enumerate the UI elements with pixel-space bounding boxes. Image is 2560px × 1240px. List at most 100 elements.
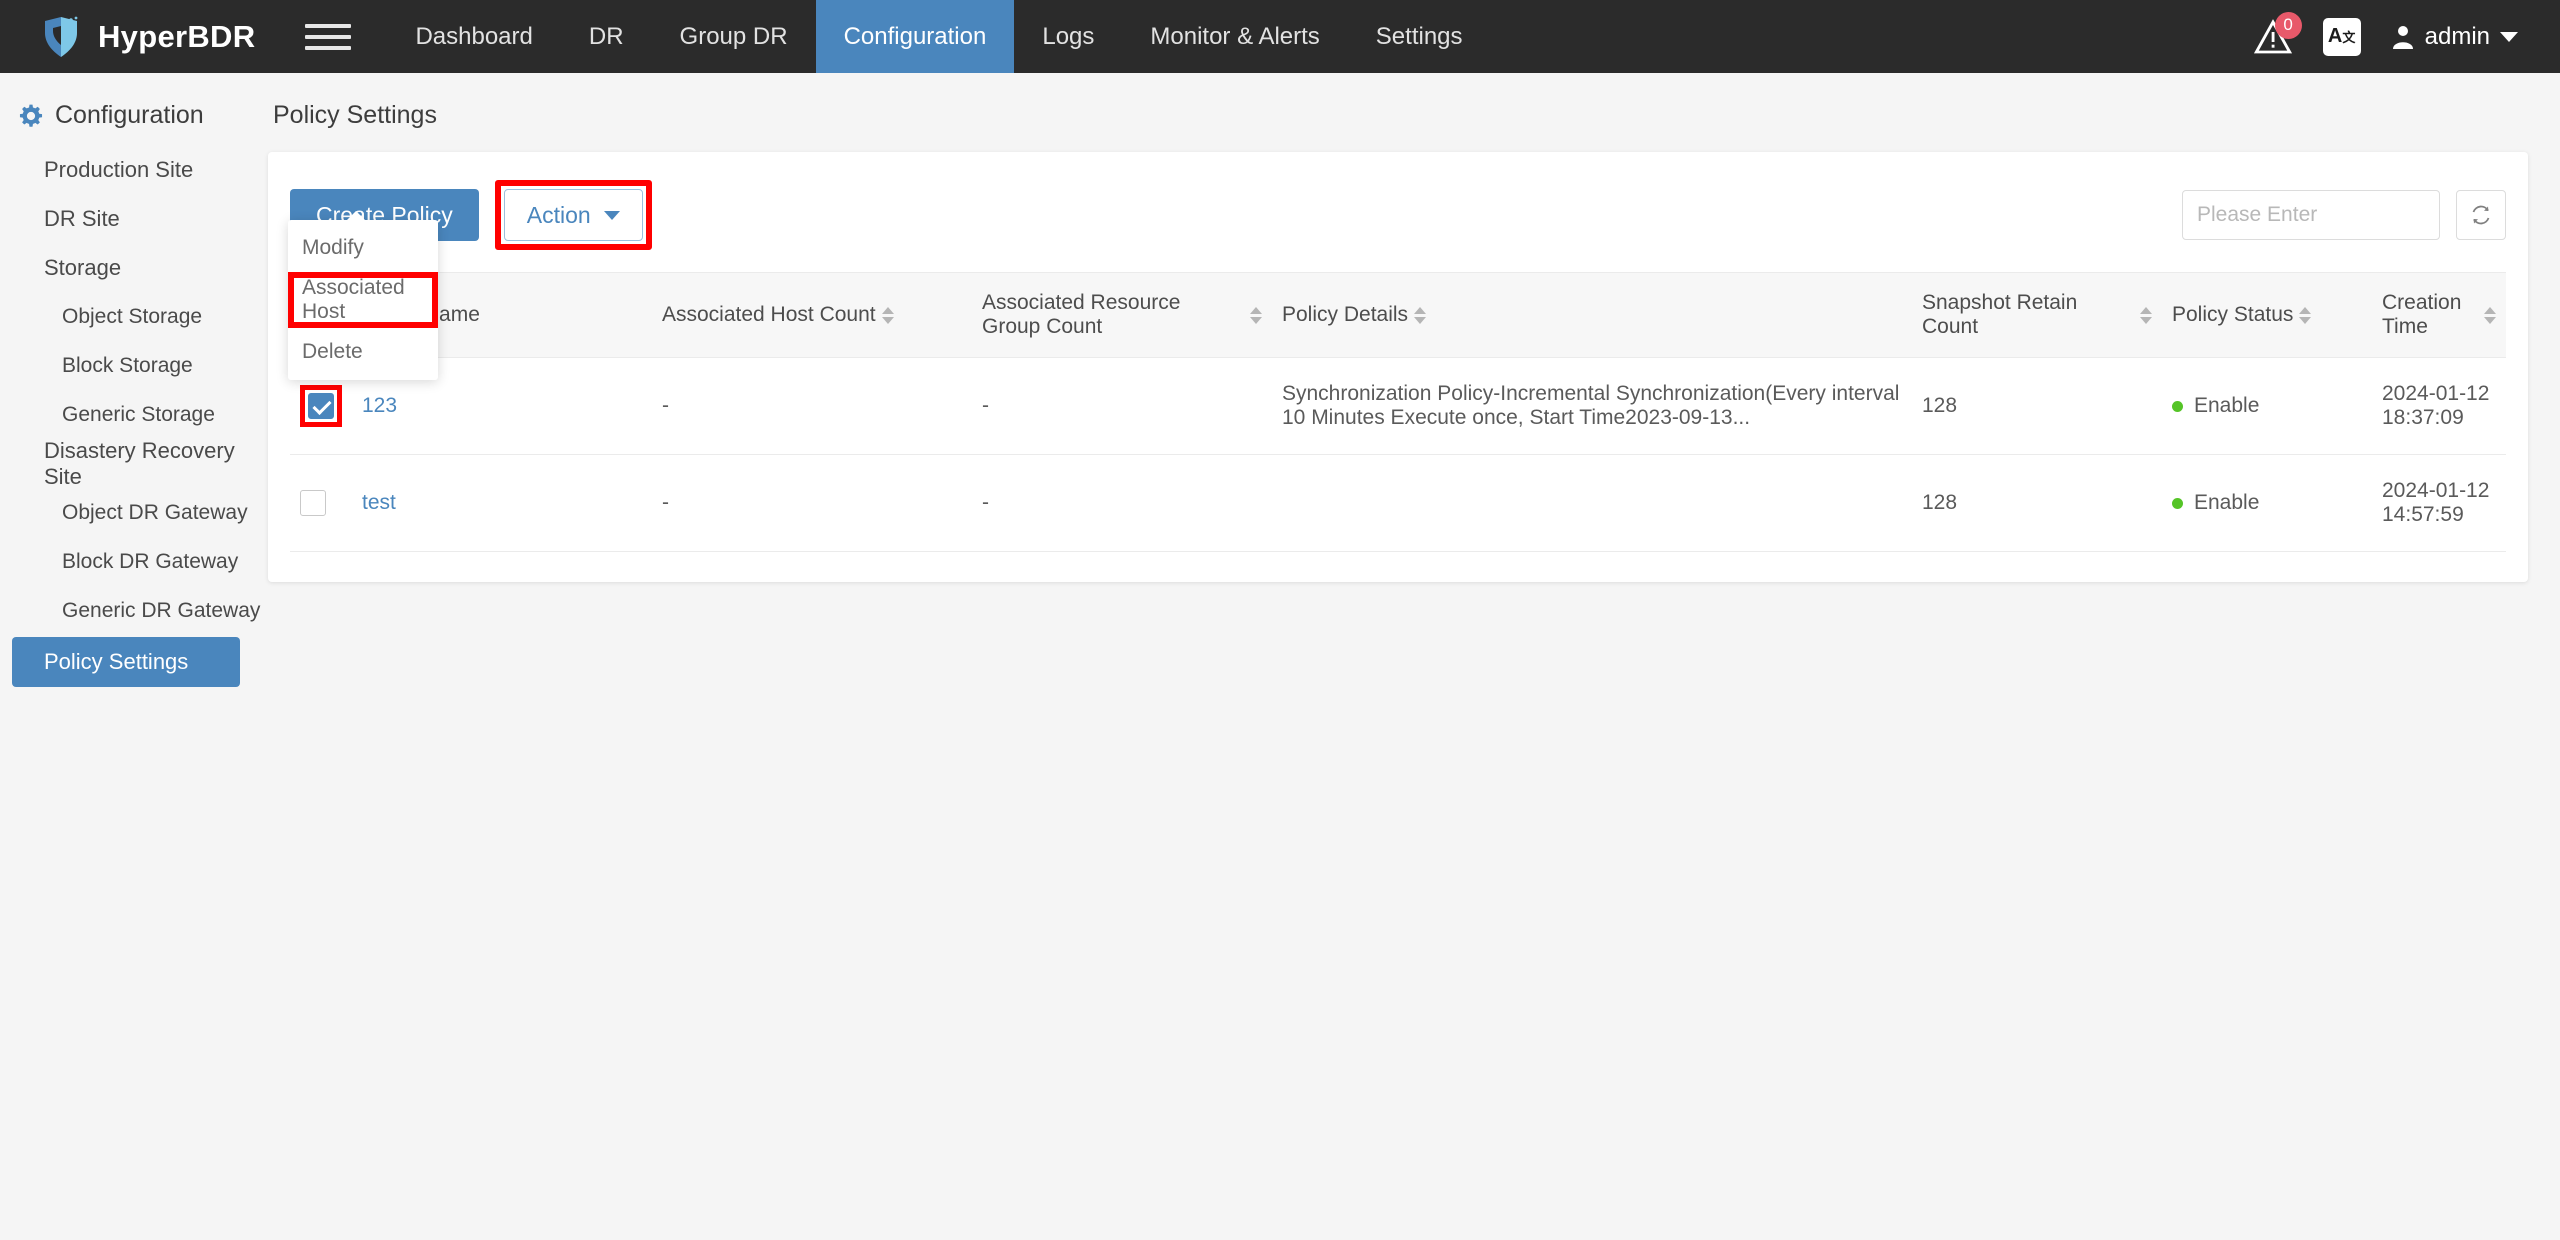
status-dot-icon <box>2172 497 2183 509</box>
nav-item-logs[interactable]: Logs <box>1014 0 1122 73</box>
cell-associated-resource-group-count: - <box>972 357 1272 455</box>
sidebar-item-generic-dr-gateway[interactable]: Generic DR Gateway <box>0 588 268 634</box>
column-snapshot-retain-count[interactable]: Snapshot Retain Count <box>1912 272 2162 358</box>
alerts-button[interactable]: 0 <box>2253 11 2302 57</box>
sidebar-item-object-storage[interactable]: Object Storage <box>0 294 268 340</box>
nav-item-dashboard[interactable]: Dashboard <box>387 0 560 73</box>
refresh-button[interactable] <box>2456 190 2506 240</box>
hamburger-icon[interactable] <box>305 17 352 57</box>
cell-associated-host-count: - <box>652 454 972 552</box>
action-button[interactable]: Action <box>503 189 643 241</box>
dropdown-item-delete[interactable]: Delete <box>288 330 438 374</box>
avatar-icon <box>2392 25 2413 49</box>
dropdown-item-modify[interactable]: Modify <box>288 226 438 270</box>
row-checkbox-cell <box>290 454 352 552</box>
sidebar-item-block-dr-gateway[interactable]: Block DR Gateway <box>0 539 268 585</box>
column-policy-status-label: Policy Status <box>2172 303 2294 326</box>
search-box <box>2182 190 2468 240</box>
top-right-actions: 0 A文 admin <box>2253 11 2560 57</box>
table-row: test - - 128 Enable 2024-01-12 14:57:59 <box>290 454 2506 552</box>
action-button-label: Action <box>526 201 591 228</box>
sidebar-item-storage[interactable]: Storage <box>0 245 268 291</box>
cell-associated-resource-group-count: - <box>972 454 1272 552</box>
policy-name-link[interactable]: 123 <box>362 394 397 417</box>
cell-creation-time: 2024-01-12 14:57:59 <box>2372 454 2506 552</box>
column-associated-resource-group-count-label: Associated Resource Group Count <box>982 291 1181 338</box>
user-name: admin <box>2424 22 2490 50</box>
sidebar-item-production-site[interactable]: Production Site <box>0 147 268 193</box>
cell-policy-details <box>1272 454 1912 552</box>
sort-icon[interactable] <box>881 306 894 324</box>
main-content: Policy Settings Create Policy Action Ple… <box>268 73 2560 1240</box>
cell-associated-host-count: - <box>652 357 972 455</box>
page-title: Policy Settings <box>273 101 437 129</box>
sort-icon[interactable] <box>1250 306 1262 324</box>
table-body: 123 - - Synchronization Policy-Increment… <box>290 357 2506 552</box>
brand-name: HyperBDR <box>98 18 256 54</box>
refresh-icon <box>2472 205 2490 225</box>
sidebar: Configuration Production Site DR Site St… <box>0 73 268 1240</box>
sidebar-item-object-dr-gateway[interactable]: Object DR Gateway <box>0 490 268 536</box>
column-associated-resource-group-count[interactable]: Associated Resource Group Count <box>972 272 1272 358</box>
table-row: 123 - - Synchronization Policy-Increment… <box>290 357 2506 455</box>
dropdown-item-associated-host[interactable]: Associated Host <box>288 272 438 328</box>
policy-table: Policy Name Associated Host Count Associ… <box>290 272 2506 552</box>
column-associated-host-count[interactable]: Associated Host Count <box>652 272 972 358</box>
cell-policy-details: Synchronization Policy-Incremental Synch… <box>1272 357 1912 455</box>
sidebar-item-disastery-recovery-site[interactable]: Disastery Recovery Site <box>0 438 268 489</box>
cell-policy-status: Enable <box>2162 454 2372 552</box>
status-label: Enable <box>2194 394 2260 417</box>
row-checkbox[interactable] <box>300 490 326 516</box>
action-dropdown-menu: Modify Associated Host Delete <box>288 211 438 380</box>
sidebar-item-dr-site[interactable]: DR Site <box>0 196 268 242</box>
gear-icon <box>19 104 43 127</box>
nav-item-dr[interactable]: DR <box>561 0 652 73</box>
hyperbdr-logo-icon <box>42 15 82 59</box>
nav-item-monitor-alerts[interactable]: Monitor & Alerts <box>1122 0 1347 73</box>
search-input[interactable] <box>2197 203 2468 227</box>
policy-name-link[interactable]: test <box>362 491 396 514</box>
sidebar-title-label: Configuration <box>55 101 204 129</box>
cell-creation-time: 2024-01-12 18:37:09 <box>2372 357 2506 455</box>
nav-item-settings[interactable]: Settings <box>1348 0 1491 73</box>
translate-letter: A <box>2327 25 2343 47</box>
sidebar-title: Configuration <box>0 87 268 144</box>
cell-snapshot-retain-count: 128 <box>1912 357 2162 455</box>
column-snapshot-retain-count-label: Snapshot Retain Count <box>1922 291 2078 338</box>
sidebar-item-block-storage[interactable]: Block Storage <box>0 343 268 389</box>
policy-card: Create Policy Action Please Enter Modify… <box>268 152 2528 582</box>
column-policy-status[interactable]: Policy Status <box>2162 272 2372 358</box>
row-checkbox-highlight <box>300 385 342 427</box>
sort-icon[interactable] <box>1414 306 1427 324</box>
translate-icon[interactable]: A文 <box>2322 17 2361 56</box>
chevron-down-icon <box>2500 31 2518 42</box>
action-button-highlight: Action <box>494 180 652 250</box>
top-navigation-bar: HyperBDR Dashboard DR Group DR Configura… <box>0 0 2560 73</box>
column-policy-details-label: Policy Details <box>1282 303 1409 326</box>
main-nav: Dashboard DR Group DR Configuration Logs… <box>387 0 1490 73</box>
nav-item-configuration[interactable]: Configuration <box>815 0 1015 73</box>
row-checkbox[interactable] <box>308 393 334 419</box>
alert-count-badge: 0 <box>2274 11 2302 39</box>
sidebar-item-policy-settings[interactable]: Policy Settings <box>12 637 240 687</box>
sort-icon[interactable] <box>2140 306 2152 324</box>
toolbar-right <box>2182 190 2506 240</box>
column-creation-time-label: Creation Time <box>2382 291 2462 338</box>
cell-snapshot-retain-count: 128 <box>1912 454 2162 552</box>
sort-icon[interactable] <box>2299 306 2312 324</box>
sort-icon[interactable] <box>2484 306 2496 324</box>
status-dot-icon <box>2172 400 2183 412</box>
cell-policy-name: test <box>352 454 652 552</box>
cell-policy-status: Enable <box>2162 357 2372 455</box>
user-menu[interactable]: admin <box>2391 23 2518 51</box>
column-policy-details[interactable]: Policy Details <box>1272 272 1912 358</box>
nav-item-group-dr[interactable]: Group DR <box>652 0 816 73</box>
toolbar: Create Policy Action <box>290 180 2506 250</box>
column-creation-time[interactable]: Creation Time <box>2372 272 2506 358</box>
table-head: Policy Name Associated Host Count Associ… <box>290 272 2506 358</box>
chevron-down-icon <box>603 210 620 220</box>
column-associated-host-count-label: Associated Host Count <box>662 303 876 326</box>
sidebar-item-generic-storage[interactable]: Generic Storage <box>0 392 268 438</box>
table-header-row: Policy Name Associated Host Count Associ… <box>290 272 2506 358</box>
brand: HyperBDR <box>0 15 255 59</box>
